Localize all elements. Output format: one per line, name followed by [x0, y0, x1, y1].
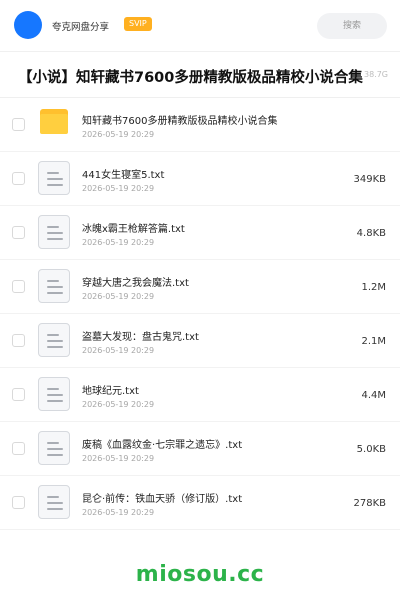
file-name: 知轩藏书7600多册精教版极品精校小说合集: [82, 116, 278, 127]
brand-name: 夸克网盘分享: [52, 22, 110, 33]
item-checkbox[interactable]: [12, 442, 25, 455]
list-item[interactable]: 穿越大唐之我会魔法.txt 2026-05-19 20:29 1.2M: [0, 260, 400, 314]
file-name: 地球纪元.txt: [82, 386, 139, 397]
item-checkbox[interactable]: [12, 118, 25, 131]
list-item[interactable]: 废稿《血露纹金·七宗罪之遗忘》.txt 2026-05-19 20:29 5.0…: [0, 422, 400, 476]
search-input[interactable]: 搜索: [317, 13, 387, 39]
file-size: 278KB: [353, 498, 386, 509]
file-name: 废稿《血露纹金·七宗罪之遗忘》.txt: [82, 440, 243, 451]
item-checkbox[interactable]: [12, 334, 25, 347]
item-checkbox[interactable]: [12, 496, 25, 509]
file-date: 2026-05-19 20:29: [82, 400, 155, 409]
avatar[interactable]: [14, 11, 42, 39]
share-page: 夸克网盘分享 SVIP 搜索 38.7G 【小说】知轩藏书7600多册精教版极品…: [0, 0, 400, 600]
file-name: 穿越大唐之我会魔法.txt: [82, 278, 189, 289]
item-checkbox[interactable]: [12, 226, 25, 239]
file-size: 5.0KB: [356, 444, 386, 455]
list-item[interactable]: 盗墓大发现：盘古鬼咒.txt 2026-05-19 20:29 2.1M: [0, 314, 400, 368]
list-item[interactable]: 地球纪元.txt 2026-05-19 20:29 4.4M: [0, 368, 400, 422]
item-checkbox[interactable]: [12, 388, 25, 401]
item-checkbox[interactable]: [12, 172, 25, 185]
item-checkbox[interactable]: [12, 280, 25, 293]
share-title: 【小说】知轩藏书7600多册精教版极品精校小说合集: [18, 70, 363, 86]
file-date: 2026-05-19 20:29: [82, 508, 155, 517]
file-size: 1.2M: [361, 282, 386, 293]
folder-icon: [40, 109, 68, 134]
file-size: 4.4M: [361, 390, 386, 401]
text-file-icon: [38, 431, 70, 465]
file-date: 2026-05-19 20:29: [82, 292, 155, 301]
text-file-icon: [38, 215, 70, 249]
site-watermark: miosou.cc: [135, 562, 265, 587]
file-name: 昆仑·前传：铁血天骄（修订版）.txt: [82, 494, 243, 505]
total-size: 38.7G: [363, 70, 388, 79]
text-file-icon: [38, 377, 70, 411]
file-name: 441女生寝室5.txt: [82, 170, 165, 181]
file-size: 2.1M: [361, 336, 386, 347]
file-date: 2026-05-19 20:29: [82, 238, 155, 247]
list-item[interactable]: 冰魄x霸王枪解答篇.txt 2026-05-19 20:29 4.8KB: [0, 206, 400, 260]
file-date: 2026-05-19 20:29: [82, 184, 155, 193]
text-file-icon: [38, 485, 70, 519]
svip-badge: SVIP: [124, 17, 152, 31]
file-name: 冰魄x霸王枪解答篇.txt: [82, 224, 185, 235]
file-size: 349KB: [353, 174, 386, 185]
file-date: 2026-05-19 20:29: [82, 130, 155, 139]
list-item-folder[interactable]: 知轩藏书7600多册精教版极品精校小说合集 2026-05-19 20:29: [0, 98, 400, 152]
share-title-bar: 38.7G 【小说】知轩藏书7600多册精教版极品精校小说合集: [0, 52, 400, 98]
list-item[interactable]: 441女生寝室5.txt 2026-05-19 20:29 349KB: [0, 152, 400, 206]
file-date: 2026-05-19 20:29: [82, 346, 155, 355]
top-bar: 夸克网盘分享 SVIP 搜索: [0, 0, 400, 52]
file-name: 盗墓大发现：盘古鬼咒.txt: [82, 332, 199, 343]
file-date: 2026-05-19 20:29: [82, 454, 155, 463]
file-list: 知轩藏书7600多册精教版极品精校小说合集 2026-05-19 20:29 4…: [0, 98, 400, 530]
text-file-icon: [38, 269, 70, 303]
list-item[interactable]: 昆仑·前传：铁血天骄（修订版）.txt 2026-05-19 20:29 278…: [0, 476, 400, 530]
text-file-icon: [38, 323, 70, 357]
text-file-icon: [38, 161, 70, 195]
file-size: 4.8KB: [356, 228, 386, 239]
